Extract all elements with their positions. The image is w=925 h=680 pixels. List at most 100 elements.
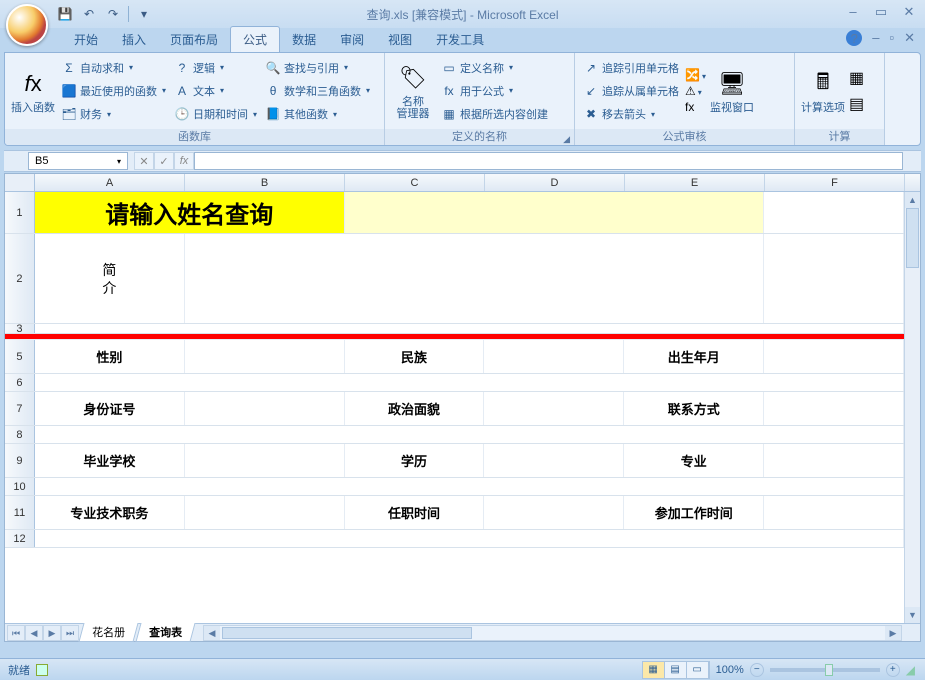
tab-insert[interactable]: 插入 xyxy=(110,27,158,52)
scroll-up-icon[interactable]: ▲ xyxy=(905,192,920,208)
calculation-options-button[interactable]: 🖩 计算选项 xyxy=(801,56,845,126)
cell[interactable] xyxy=(35,426,904,443)
fx-button[interactable]: fx xyxy=(174,152,194,170)
maximize-button[interactable]: ▭ xyxy=(871,4,891,20)
row-header[interactable]: 11 xyxy=(5,496,35,529)
cell[interactable] xyxy=(484,392,624,425)
row-header[interactable]: 7 xyxy=(5,392,35,425)
math-trig-button[interactable]: θ数学和三角函数 xyxy=(263,82,372,100)
scroll-thumb[interactable] xyxy=(222,627,472,639)
sheet-tab-query[interactable]: 查询表 xyxy=(135,623,195,642)
cell[interactable] xyxy=(764,234,904,323)
banner-cell[interactable]: 请输入姓名查询 xyxy=(35,192,345,233)
zoom-out-button[interactable]: − xyxy=(750,663,764,677)
cell[interactable]: 性别 xyxy=(35,340,185,373)
formula-input[interactable] xyxy=(194,152,903,170)
select-all-corner[interactable] xyxy=(5,174,35,191)
cell[interactable] xyxy=(764,192,904,233)
macro-record-icon[interactable] xyxy=(36,664,48,676)
view-page-layout-icon[interactable]: ▤ xyxy=(665,662,687,678)
trace-precedents-button[interactable]: ↗追踪引用单元格 xyxy=(581,59,681,77)
tab-formulas[interactable]: 公式 xyxy=(230,26,280,52)
cell[interactable]: 专业 xyxy=(624,444,764,477)
autosum-button[interactable]: Σ自动求和 xyxy=(59,59,168,77)
cell[interactable]: 参加工作时间 xyxy=(624,496,764,529)
recent-functions-button[interactable]: 🟦最近使用的函数 xyxy=(59,82,168,100)
row-header[interactable]: 10 xyxy=(5,478,35,495)
sheet-tab-roster[interactable]: 花名册 xyxy=(78,623,138,642)
cell[interactable] xyxy=(35,530,904,547)
cell[interactable] xyxy=(185,234,764,323)
vertical-scrollbar[interactable]: ▲ ▼ xyxy=(904,192,920,623)
col-header-b[interactable]: B xyxy=(185,174,345,191)
cell[interactable] xyxy=(35,374,904,391)
row-header[interactable]: 5 xyxy=(5,340,35,373)
calc-sheet-icon[interactable]: ▤ xyxy=(849,94,864,114)
sheet-nav-last-icon[interactable]: ⏭ xyxy=(61,625,79,641)
cell[interactable] xyxy=(185,444,345,477)
cell[interactable] xyxy=(484,496,624,529)
row-header[interactable]: 8 xyxy=(5,426,35,443)
tab-home[interactable]: 开始 xyxy=(62,27,110,52)
ribbon-restore-icon[interactable]: ▫ xyxy=(889,30,894,46)
zoom-slider[interactable] xyxy=(770,668,880,672)
enter-formula-icon[interactable]: ✓ xyxy=(154,152,174,170)
name-manager-button[interactable]: 🏷 名称 管理器 xyxy=(391,56,435,126)
logical-button[interactable]: ?逻辑 xyxy=(172,59,259,77)
view-page-break-icon[interactable]: ▭ xyxy=(687,662,709,678)
insert-function-button[interactable]: fx 插入函数 xyxy=(11,56,55,126)
tab-view[interactable]: 视图 xyxy=(376,27,424,52)
show-formulas-icon[interactable]: 🔀 xyxy=(685,68,706,82)
minimize-button[interactable]: – xyxy=(843,4,863,20)
cell[interactable]: 身份证号 xyxy=(35,392,185,425)
col-header-e[interactable]: E xyxy=(625,174,765,191)
row-header[interactable]: 2 xyxy=(5,234,35,323)
scroll-down-icon[interactable]: ▼ xyxy=(905,607,920,623)
zoom-level[interactable]: 100% xyxy=(716,664,744,676)
error-check-icon[interactable]: ⚠ xyxy=(685,84,706,98)
tab-developer[interactable]: 开发工具 xyxy=(424,27,496,52)
close-button[interactable]: ✕ xyxy=(899,4,919,20)
cell[interactable]: 学历 xyxy=(345,444,485,477)
cell[interactable] xyxy=(764,444,904,477)
cell[interactable] xyxy=(35,478,904,495)
cell[interactable] xyxy=(345,192,765,233)
row-header[interactable]: 9 xyxy=(5,444,35,477)
tab-review[interactable]: 审阅 xyxy=(328,27,376,52)
name-box[interactable]: B5▾ xyxy=(28,152,128,170)
view-normal-icon[interactable]: ▦ xyxy=(643,662,665,678)
cell[interactable]: 专业技术职务 xyxy=(35,496,185,529)
trace-dependents-button[interactable]: ↙追踪从属单元格 xyxy=(581,82,681,100)
undo-icon[interactable]: ↶ xyxy=(80,5,98,23)
tab-data[interactable]: 数据 xyxy=(280,27,328,52)
help-icon[interactable]: ? xyxy=(846,30,862,46)
horizontal-scrollbar[interactable]: ◀ ▶ xyxy=(203,625,902,641)
scroll-right-icon[interactable]: ▶ xyxy=(885,626,901,640)
cell[interactable]: 联系方式 xyxy=(624,392,764,425)
cancel-formula-icon[interactable]: ✕ xyxy=(134,152,154,170)
date-time-button[interactable]: 🕒日期和时间 xyxy=(172,105,259,123)
cell[interactable] xyxy=(764,340,904,373)
cell[interactable] xyxy=(764,392,904,425)
define-name-button[interactable]: ▭定义名称 xyxy=(439,59,550,77)
watch-window-button[interactable]: 🖥 监视窗口 xyxy=(710,56,754,126)
row-header[interactable]: 3 xyxy=(5,324,35,333)
cell[interactable] xyxy=(185,496,345,529)
resize-grip-icon[interactable]: ◢ xyxy=(906,663,915,677)
sheet-nav-next-icon[interactable]: ▶ xyxy=(43,625,61,641)
sheet-nav-first-icon[interactable]: ⏮ xyxy=(7,625,25,641)
cell[interactable]: 任职时间 xyxy=(345,496,485,529)
col-header-d[interactable]: D xyxy=(485,174,625,191)
sheet-nav-prev-icon[interactable]: ◀ xyxy=(25,625,43,641)
use-in-formula-button[interactable]: fx用于公式 xyxy=(439,82,550,100)
ribbon-close-icon[interactable]: ✕ xyxy=(904,30,915,46)
cell[interactable] xyxy=(185,340,345,373)
cell[interactable] xyxy=(484,444,624,477)
financial-button[interactable]: 🗂财务 xyxy=(59,105,168,123)
cell[interactable]: 毕业学校 xyxy=(35,444,185,477)
profile-label-cell[interactable]: 简 介 xyxy=(35,234,185,323)
remove-arrows-button[interactable]: ✖移去箭头 xyxy=(581,105,681,123)
office-button[interactable] xyxy=(6,4,48,46)
calc-now-icon[interactable]: ▦ xyxy=(849,68,864,88)
lookup-button[interactable]: 🔍查找与引用 xyxy=(263,59,372,77)
